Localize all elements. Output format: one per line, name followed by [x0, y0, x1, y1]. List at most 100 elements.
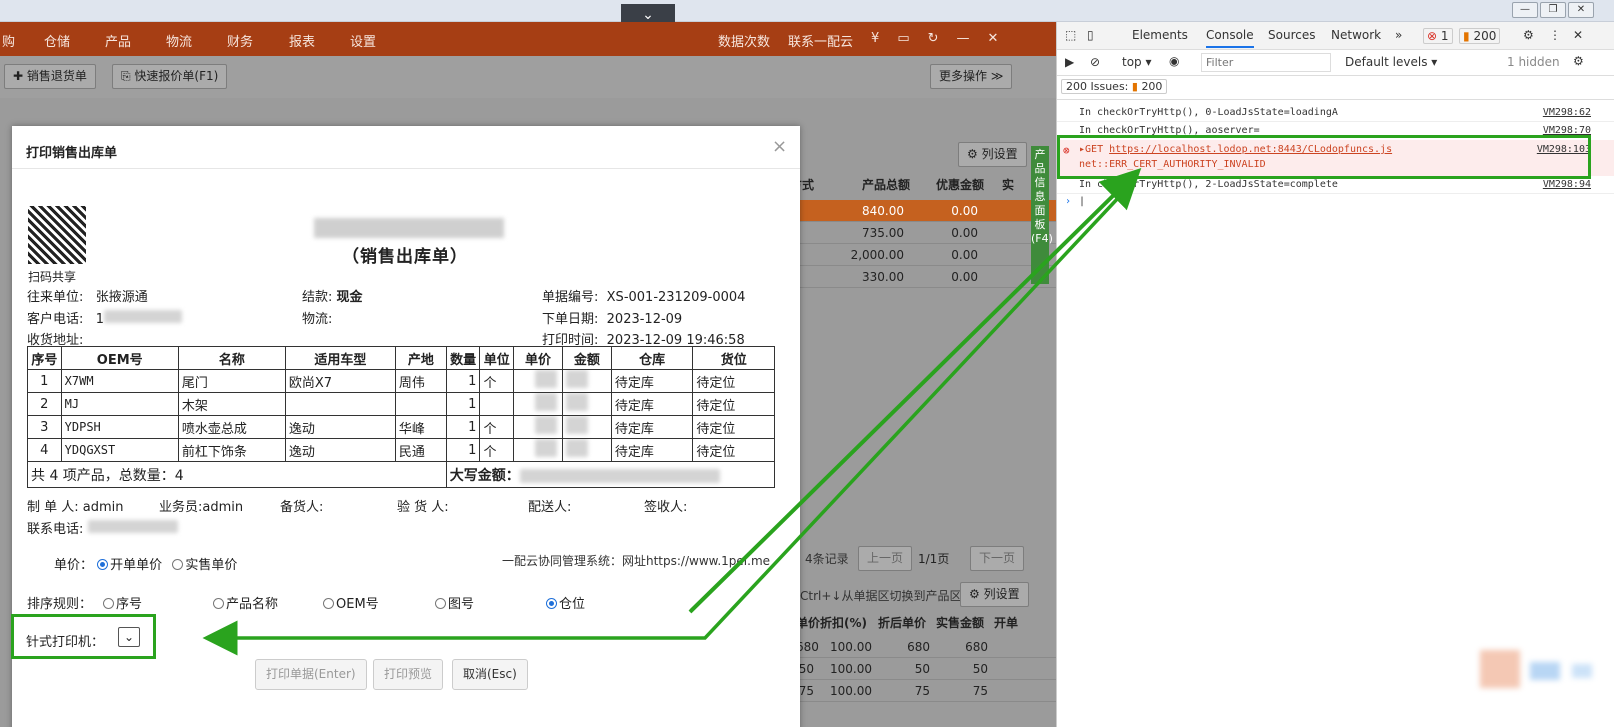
tab-network[interactable]: Network [1331, 28, 1381, 42]
levels-select[interactable]: Default levels ▾ [1345, 55, 1437, 69]
cell-origin: 民通 [394, 438, 447, 462]
tab-sources[interactable]: Sources [1268, 28, 1315, 42]
context-select[interactable]: top ▾ [1122, 55, 1152, 69]
minimize-icon[interactable]: — [957, 31, 970, 50]
table-row[interactable]: 330.00 0.00 [790, 266, 1056, 288]
settings-gear-icon[interactable]: ⚙ [1523, 28, 1534, 42]
table-row[interactable]: 735.00 0.00 [790, 222, 1056, 244]
sort-option-oem[interactable]: OEM号 [323, 593, 379, 612]
more-tabs-icon[interactable]: » [1395, 28, 1402, 42]
sort-option-seq[interactable]: 序号 [103, 593, 142, 612]
nav-item-reports[interactable]: 报表 [289, 31, 315, 50]
col-warehouse: 仓库 [610, 346, 694, 370]
close-icon[interactable]: ✕ [988, 31, 999, 50]
dialog-close-icon[interactable]: × [772, 136, 787, 157]
sidebar-toggle-icon[interactable]: ▶ [1065, 55, 1074, 69]
corner-watermark [1480, 650, 1614, 700]
table-row[interactable]: 75 100.00 75 75 [796, 680, 1056, 702]
contact-link[interactable]: 联系一配云 [788, 31, 853, 50]
cell: 100.00 [830, 684, 872, 698]
sort-option-location[interactable]: 仓位 [546, 593, 585, 612]
cell-model: 欧尚X7 [284, 369, 396, 393]
price-option-group: 单价： 开单单价 实售单价 [54, 554, 237, 573]
currency-icon[interactable]: ¥ [871, 31, 879, 50]
nav-item-product[interactable]: 产品 [105, 31, 131, 50]
more-ops-button[interactable]: 更多操作 ≫ [930, 64, 1013, 89]
quick-quote-button[interactable]: ⎘ 快速报价单(F1) [112, 64, 228, 89]
log-source-link[interactable]: VM298:94 [1543, 179, 1591, 190]
cancel-button[interactable]: 取消(Esc) [452, 659, 528, 690]
bg-discount-cell: 0.00 [951, 248, 978, 262]
sort-option-figure[interactable]: 图号 [435, 593, 474, 612]
table-row[interactable]: 840.00 0.00 [790, 200, 1056, 222]
partner-value: 张掖源通 [95, 290, 148, 305]
console-filter-input[interactable] [1201, 53, 1331, 72]
data-count-link[interactable]: 数据次数 [718, 31, 770, 50]
sort-option-label: 图号 [448, 597, 475, 612]
prev-page-button[interactable]: 上一页 [858, 546, 913, 571]
cell-price-redacted [513, 438, 563, 462]
sort-option-name[interactable]: 产品名称 [213, 593, 278, 612]
radio-icon[interactable] [435, 598, 446, 609]
minimize-button[interactable]: — [1512, 2, 1538, 18]
tab-elements[interactable]: Elements [1132, 28, 1188, 42]
console-settings-icon[interactable]: ⚙ [1573, 54, 1584, 68]
logistics-label: 物流: [302, 312, 333, 327]
device-toggle-icon[interactable]: ▯ [1087, 28, 1094, 42]
error-badge[interactable]: ⊗ 1 [1423, 28, 1453, 44]
price-option-actual[interactable]: 实售单价 [172, 558, 237, 573]
inspect-icon[interactable]: ⬚ [1065, 28, 1076, 42]
kebab-menu-icon[interactable]: ⋮ [1549, 28, 1561, 42]
nav-item-logistics[interactable]: 物流 [166, 31, 192, 50]
items-table: 序号 OEM号 名称 适用车型 产地 数量 单位 单价 金额 仓库 货位 1 X… [27, 346, 776, 488]
table-row[interactable]: 680 100.00 680 680 [796, 636, 1056, 658]
maker-row: 制 单 人: admin [27, 496, 124, 515]
price-option-order[interactable]: 开单单价 [97, 558, 162, 573]
warning-badge[interactable]: ▮ 200 [1459, 28, 1501, 44]
highlight-box [11, 614, 156, 659]
log-source-link[interactable]: VM298:62 [1543, 107, 1591, 118]
cell-amount-redacted [561, 438, 612, 462]
radio-icon[interactable] [172, 559, 184, 570]
restore-button[interactable]: ❐ [1540, 2, 1566, 18]
devtools-panel: ⬚ ▯ Elements Console Sources Network » ⊗… [1056, 22, 1614, 727]
column-settings-button[interactable]: ⚙ 列设置 [958, 142, 1027, 167]
eye-icon[interactable]: ◉ [1169, 54, 1179, 68]
tab-console[interactable]: Console [1206, 28, 1254, 48]
refresh-icon[interactable]: ↻ [928, 31, 939, 50]
radio-icon[interactable] [323, 598, 334, 609]
close-window-button[interactable]: ✕ [1568, 2, 1594, 18]
levels-label: Default levels [1345, 55, 1428, 69]
col-discount-price: 折后单价 [878, 616, 927, 630]
table-row[interactable]: 2,000.00 0.00 [790, 244, 1056, 266]
radio-checked-icon[interactable] [546, 598, 557, 609]
print-preview-button[interactable]: 打印预览 [373, 659, 444, 690]
nav-item-finance[interactable]: 财务 [227, 31, 253, 50]
context-label: top [1122, 55, 1142, 69]
bg-discount-cell: 0.00 [951, 226, 978, 240]
warning-count: 200 [1473, 29, 1497, 43]
print-button[interactable]: 打印单据(Enter) [255, 659, 367, 690]
next-page-button[interactable]: 下一页 [970, 546, 1025, 571]
radio-icon[interactable] [103, 598, 114, 609]
message-icon[interactable]: ▭ [897, 31, 909, 50]
issues-button[interactable]: 200 Issues: ▮ 200 [1061, 79, 1168, 94]
console-prompt[interactable]: › | [1057, 194, 1614, 212]
nav-item-storage[interactable]: 仓储 [44, 31, 70, 50]
table-row: 1 X7WM 尾门 欧尚X7 周伟 1 个 待定库 待定位 [27, 369, 775, 393]
table-row[interactable]: 50 100.00 50 50 [796, 658, 1056, 680]
cell-oem: YDPSH [60, 415, 179, 439]
sort-option-label: 产品名称 [226, 597, 279, 612]
clear-console-icon[interactable]: ⊘ [1090, 55, 1100, 69]
doc-no-value: XS-001-231209-0004 [606, 290, 746, 305]
nav-item-settings[interactable]: 设置 [350, 31, 376, 50]
column-settings-button-2[interactable]: ⚙ 列设置 [960, 582, 1029, 607]
close-devtools-icon[interactable]: ✕ [1573, 28, 1583, 42]
cell-qty: 1 [445, 438, 481, 462]
nav-item-purchase[interactable]: 购 [2, 31, 15, 50]
amount-cell: 大写金额： [445, 461, 776, 488]
radio-icon[interactable] [213, 598, 224, 609]
sales-return-button[interactable]: ✚ 销售退货单 [4, 64, 96, 89]
radio-checked-icon[interactable] [97, 559, 109, 570]
product-info-panel-tab[interactable]: 产品信息面板(F4) [1031, 146, 1053, 284]
